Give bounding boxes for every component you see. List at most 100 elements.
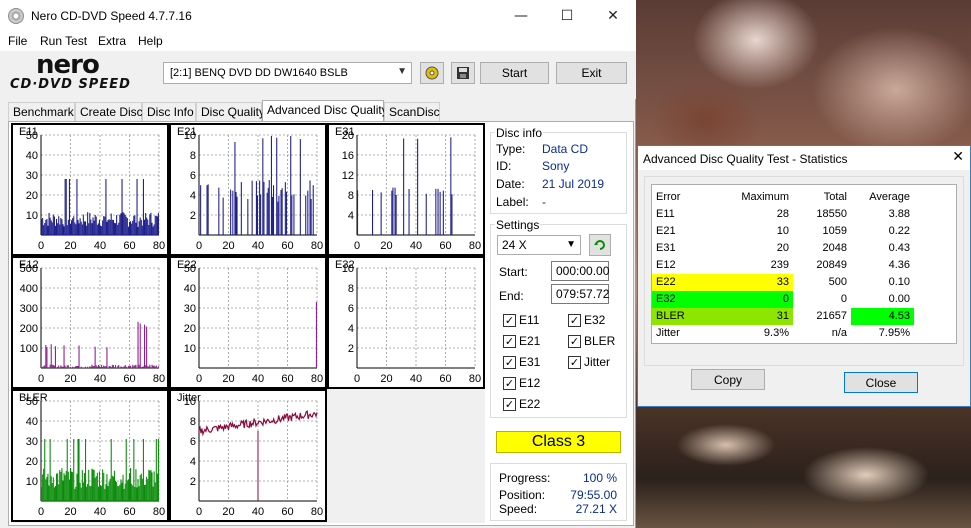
- menu-extra[interactable]: Extra: [98, 34, 126, 48]
- menu-bar: File Run Test Extra Help: [0, 31, 636, 51]
- copy-button[interactable]: Copy: [691, 369, 765, 390]
- tab-create-disc[interactable]: Create Disc: [75, 102, 143, 121]
- bar: [58, 365, 60, 368]
- bar: [152, 226, 154, 235]
- bar: [64, 475, 66, 501]
- x-tick-label: 40: [94, 373, 106, 385]
- bar: [146, 217, 148, 235]
- bar: [148, 469, 150, 501]
- position-value: 79:55.00: [570, 488, 617, 502]
- bar: [62, 366, 64, 368]
- bar: [121, 482, 123, 501]
- bar: [135, 469, 137, 501]
- bar: [129, 473, 131, 501]
- bar: [155, 215, 157, 235]
- checkbox-e21[interactable]: ✓: [503, 335, 516, 348]
- end-field[interactable]: 079:57.72: [551, 284, 609, 304]
- exit-button[interactable]: Exit: [556, 62, 627, 84]
- bar: [118, 365, 120, 368]
- bar: [85, 221, 87, 235]
- menu-help[interactable]: Help: [138, 34, 163, 48]
- x-tick-label: 0: [196, 506, 202, 518]
- bar: [112, 476, 114, 501]
- x-tick-label: 80: [311, 506, 323, 518]
- bar: [41, 487, 43, 501]
- maximize-button[interactable]: ☐: [544, 0, 590, 31]
- speed-value: 27.21 X: [575, 502, 617, 516]
- bar: [92, 217, 94, 235]
- bar: [94, 214, 96, 235]
- cell-error: BLER: [652, 308, 732, 325]
- checkbox-e32[interactable]: ✓: [568, 314, 581, 327]
- tab-disc-quality[interactable]: Disc Quality: [196, 102, 265, 121]
- x-tick-label: 0: [196, 373, 202, 385]
- minimize-button[interactable]: —: [498, 0, 544, 31]
- save-button[interactable]: [451, 62, 475, 84]
- tab-advanced-disc-quality[interactable]: Advanced Disc Quality: [262, 100, 388, 122]
- bar: [118, 222, 120, 235]
- bar: [403, 138, 405, 235]
- bar: [91, 223, 93, 235]
- y-tick-label: 20: [184, 323, 196, 335]
- statistics-close-icon[interactable]: ✕: [952, 149, 964, 165]
- speed-select[interactable]: 24 X ▼: [497, 235, 581, 255]
- bar: [124, 483, 126, 501]
- bar: [57, 223, 59, 235]
- bar: [74, 222, 76, 235]
- bar: [130, 365, 132, 368]
- bar: [94, 346, 96, 368]
- start-button[interactable]: Start: [480, 62, 549, 84]
- bar: [98, 219, 100, 235]
- bar: [130, 221, 132, 235]
- bar: [89, 366, 91, 368]
- bar: [155, 439, 157, 501]
- bar: [450, 137, 452, 235]
- bar: [66, 365, 68, 368]
- menu-file[interactable]: File: [8, 34, 27, 48]
- bar: [93, 469, 95, 501]
- statistics-close-button[interactable]: Close: [844, 372, 918, 393]
- bar: [89, 212, 91, 235]
- drive-select[interactable]: [2:1] BENQ DVD DD DW1640 BSLB ▼: [163, 62, 412, 84]
- bar: [86, 486, 88, 501]
- bar: [49, 439, 51, 501]
- chart-e21-svg: E212468100 20 40 60 80: [177, 126, 323, 252]
- y-tick-label: 10: [26, 210, 38, 222]
- tab-benchmark[interactable]: Benchmark: [8, 102, 75, 121]
- bar: [120, 366, 122, 368]
- x-tick-label: 0: [354, 373, 360, 385]
- checkbox-jitter[interactable]: ✓: [568, 356, 581, 369]
- checkbox-e11[interactable]: ✓: [503, 314, 516, 327]
- start-field[interactable]: 000:00.00: [551, 261, 609, 281]
- type-label: Type:: [496, 142, 526, 156]
- checkbox-label-jitter: Jitter: [584, 355, 611, 369]
- chart-e31: E31 4 8 12 16 20 0 20 40 60 80: [327, 123, 485, 256]
- bar: [87, 483, 89, 501]
- checkbox-bler[interactable]: ✓: [568, 335, 581, 348]
- y-tick-label: 8: [348, 283, 354, 295]
- tab-scandisc[interactable]: ScanDisc: [384, 102, 440, 121]
- checkbox-e22[interactable]: ✓: [503, 398, 516, 411]
- cell-average: 0.22: [888, 225, 910, 237]
- tab-disc-info[interactable]: Disc Info: [142, 102, 196, 121]
- menu-run-test[interactable]: Run Test: [40, 34, 87, 48]
- close-button[interactable]: ✕: [590, 0, 636, 31]
- bar: [145, 365, 147, 368]
- refresh-speed-button[interactable]: [589, 234, 611, 256]
- bar: [121, 366, 123, 368]
- bar: [153, 365, 155, 368]
- x-tick-label: 40: [252, 373, 264, 385]
- class-badge: Class 3: [496, 431, 621, 453]
- checkbox-e12[interactable]: ✓: [503, 377, 516, 390]
- date-label: Date:: [496, 177, 525, 191]
- bar: [90, 366, 92, 368]
- disc-refresh-button[interactable]: [420, 62, 444, 84]
- bar: [52, 365, 54, 368]
- checkbox-e31[interactable]: ✓: [503, 356, 516, 369]
- bar: [110, 213, 112, 235]
- bar: [94, 477, 96, 501]
- y-tick-label: 12: [342, 170, 354, 182]
- progress-value: 100 %: [582, 471, 617, 485]
- bar: [150, 469, 152, 501]
- x-tick-label: 40: [252, 240, 264, 252]
